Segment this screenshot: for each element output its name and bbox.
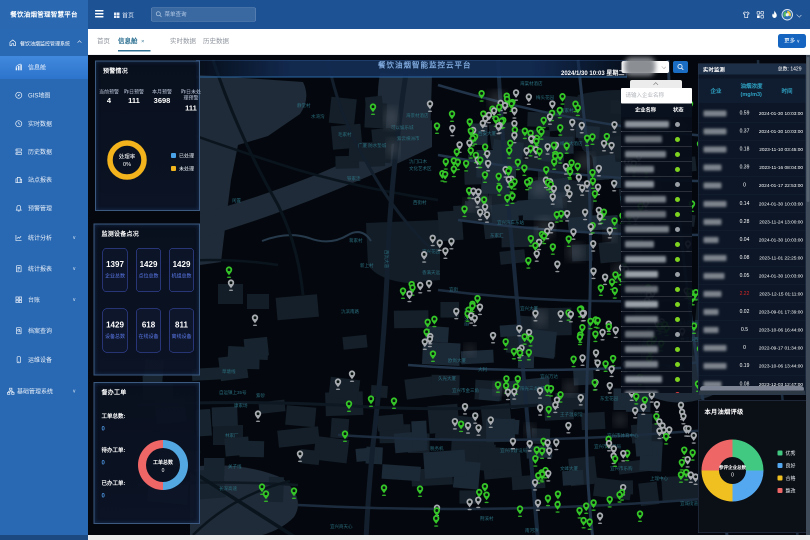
svg-text:毛家村: 毛家村 — [338, 131, 352, 137]
svg-text:参评企业总数: 参评企业总数 — [719, 464, 746, 471]
svg-text:氿滨南路: 氿滨南路 — [341, 308, 359, 315]
svg-text:西街村: 西街村 — [413, 199, 427, 206]
svg-text:宜街: 宜街 — [449, 286, 458, 293]
svg-text:水湾沟: 水湾沟 — [311, 113, 325, 120]
svg-text:久光大厦: 久光大厦 — [438, 375, 456, 382]
svg-text:广厦 防水垫城: 广厦 防水垫城 — [358, 142, 387, 149]
svg-text:海景材酒店: 海景材酒店 — [406, 112, 429, 119]
svg-text:东宝花园: 东宝花园 — [600, 395, 618, 402]
svg-text:香满天远: 香满天远 — [422, 269, 440, 276]
svg-text:欧尚大厦: 欧尚大厦 — [448, 357, 466, 364]
svg-text:宜城街道: 宜城街道 — [680, 500, 698, 507]
svg-text:上瑞中心: 上瑞中心 — [650, 475, 668, 482]
svg-text:自运镇上35号: 自运镇上35号 — [219, 389, 247, 396]
svg-text:紫云横洲市: 紫云横洲市 — [397, 135, 420, 142]
svg-text:工单总数: 工单总数 — [153, 459, 174, 466]
svg-text:宜兴市体育中心: 宜兴市体育中心 — [607, 432, 639, 439]
svg-text:长深高速: 长深高速 — [219, 485, 237, 492]
svg-text:梅头花园: 梅头花园 — [536, 94, 554, 101]
svg-text:宜兴市金三角: 宜兴市金三角 — [452, 387, 479, 394]
svg-text:文化艺术区: 文化艺术区 — [409, 165, 432, 172]
svg-text:阳光三龙湖院: 阳光三龙湖院 — [520, 385, 547, 392]
svg-text:0: 0 — [731, 473, 734, 479]
svg-text:蒋家村: 蒋家村 — [349, 237, 363, 244]
svg-text:大利: 大利 — [478, 366, 487, 373]
svg-text:康家场: 康家场 — [234, 402, 248, 409]
svg-text:税务机: 税务机 — [430, 445, 444, 452]
svg-text:铁家洼: 铁家洼 — [347, 175, 361, 182]
svg-text:东家汇: 东家汇 — [490, 232, 504, 239]
svg-text:0%: 0% — [123, 162, 131, 168]
svg-text:样头大酒店: 样头大酒店 — [560, 140, 583, 147]
svg-text:闲置: 闲置 — [232, 197, 241, 204]
svg-text:文峰大厦: 文峰大厦 — [560, 465, 578, 472]
svg-text:新上村: 新上村 — [360, 262, 374, 269]
svg-text:宜兴万达: 宜兴万达 — [540, 373, 558, 380]
svg-text:荆溪村: 荆溪村 — [480, 515, 494, 522]
svg-text:西氿大道: 西氿大道 — [383, 250, 390, 268]
svg-text:宜兴商天心: 宜兴商天心 — [330, 523, 353, 530]
svg-text:0: 0 — [162, 468, 165, 474]
svg-text:氿门口木: 氿门口木 — [409, 158, 427, 165]
svg-text:紫砂: 紫砂 — [256, 392, 265, 399]
svg-text:处理率: 处理率 — [119, 153, 136, 161]
svg-text:关子线: 关子线 — [228, 463, 242, 470]
svg-text:王子温泉馆: 王子温泉馆 — [560, 411, 583, 418]
svg-text:宜兴汽车东站: 宜兴汽车东站 — [497, 219, 524, 226]
svg-text:草塘线: 草塘线 — [222, 368, 236, 375]
svg-text:西安大厦: 西安大厦 — [478, 130, 496, 137]
svg-text:南河浜: 南河浜 — [525, 527, 539, 534]
svg-text:静堂村: 静堂村 — [297, 102, 311, 108]
svg-text:林家厂: 林家厂 — [225, 432, 239, 439]
svg-text:海棠材酒店: 海棠材酒店 — [520, 80, 543, 87]
